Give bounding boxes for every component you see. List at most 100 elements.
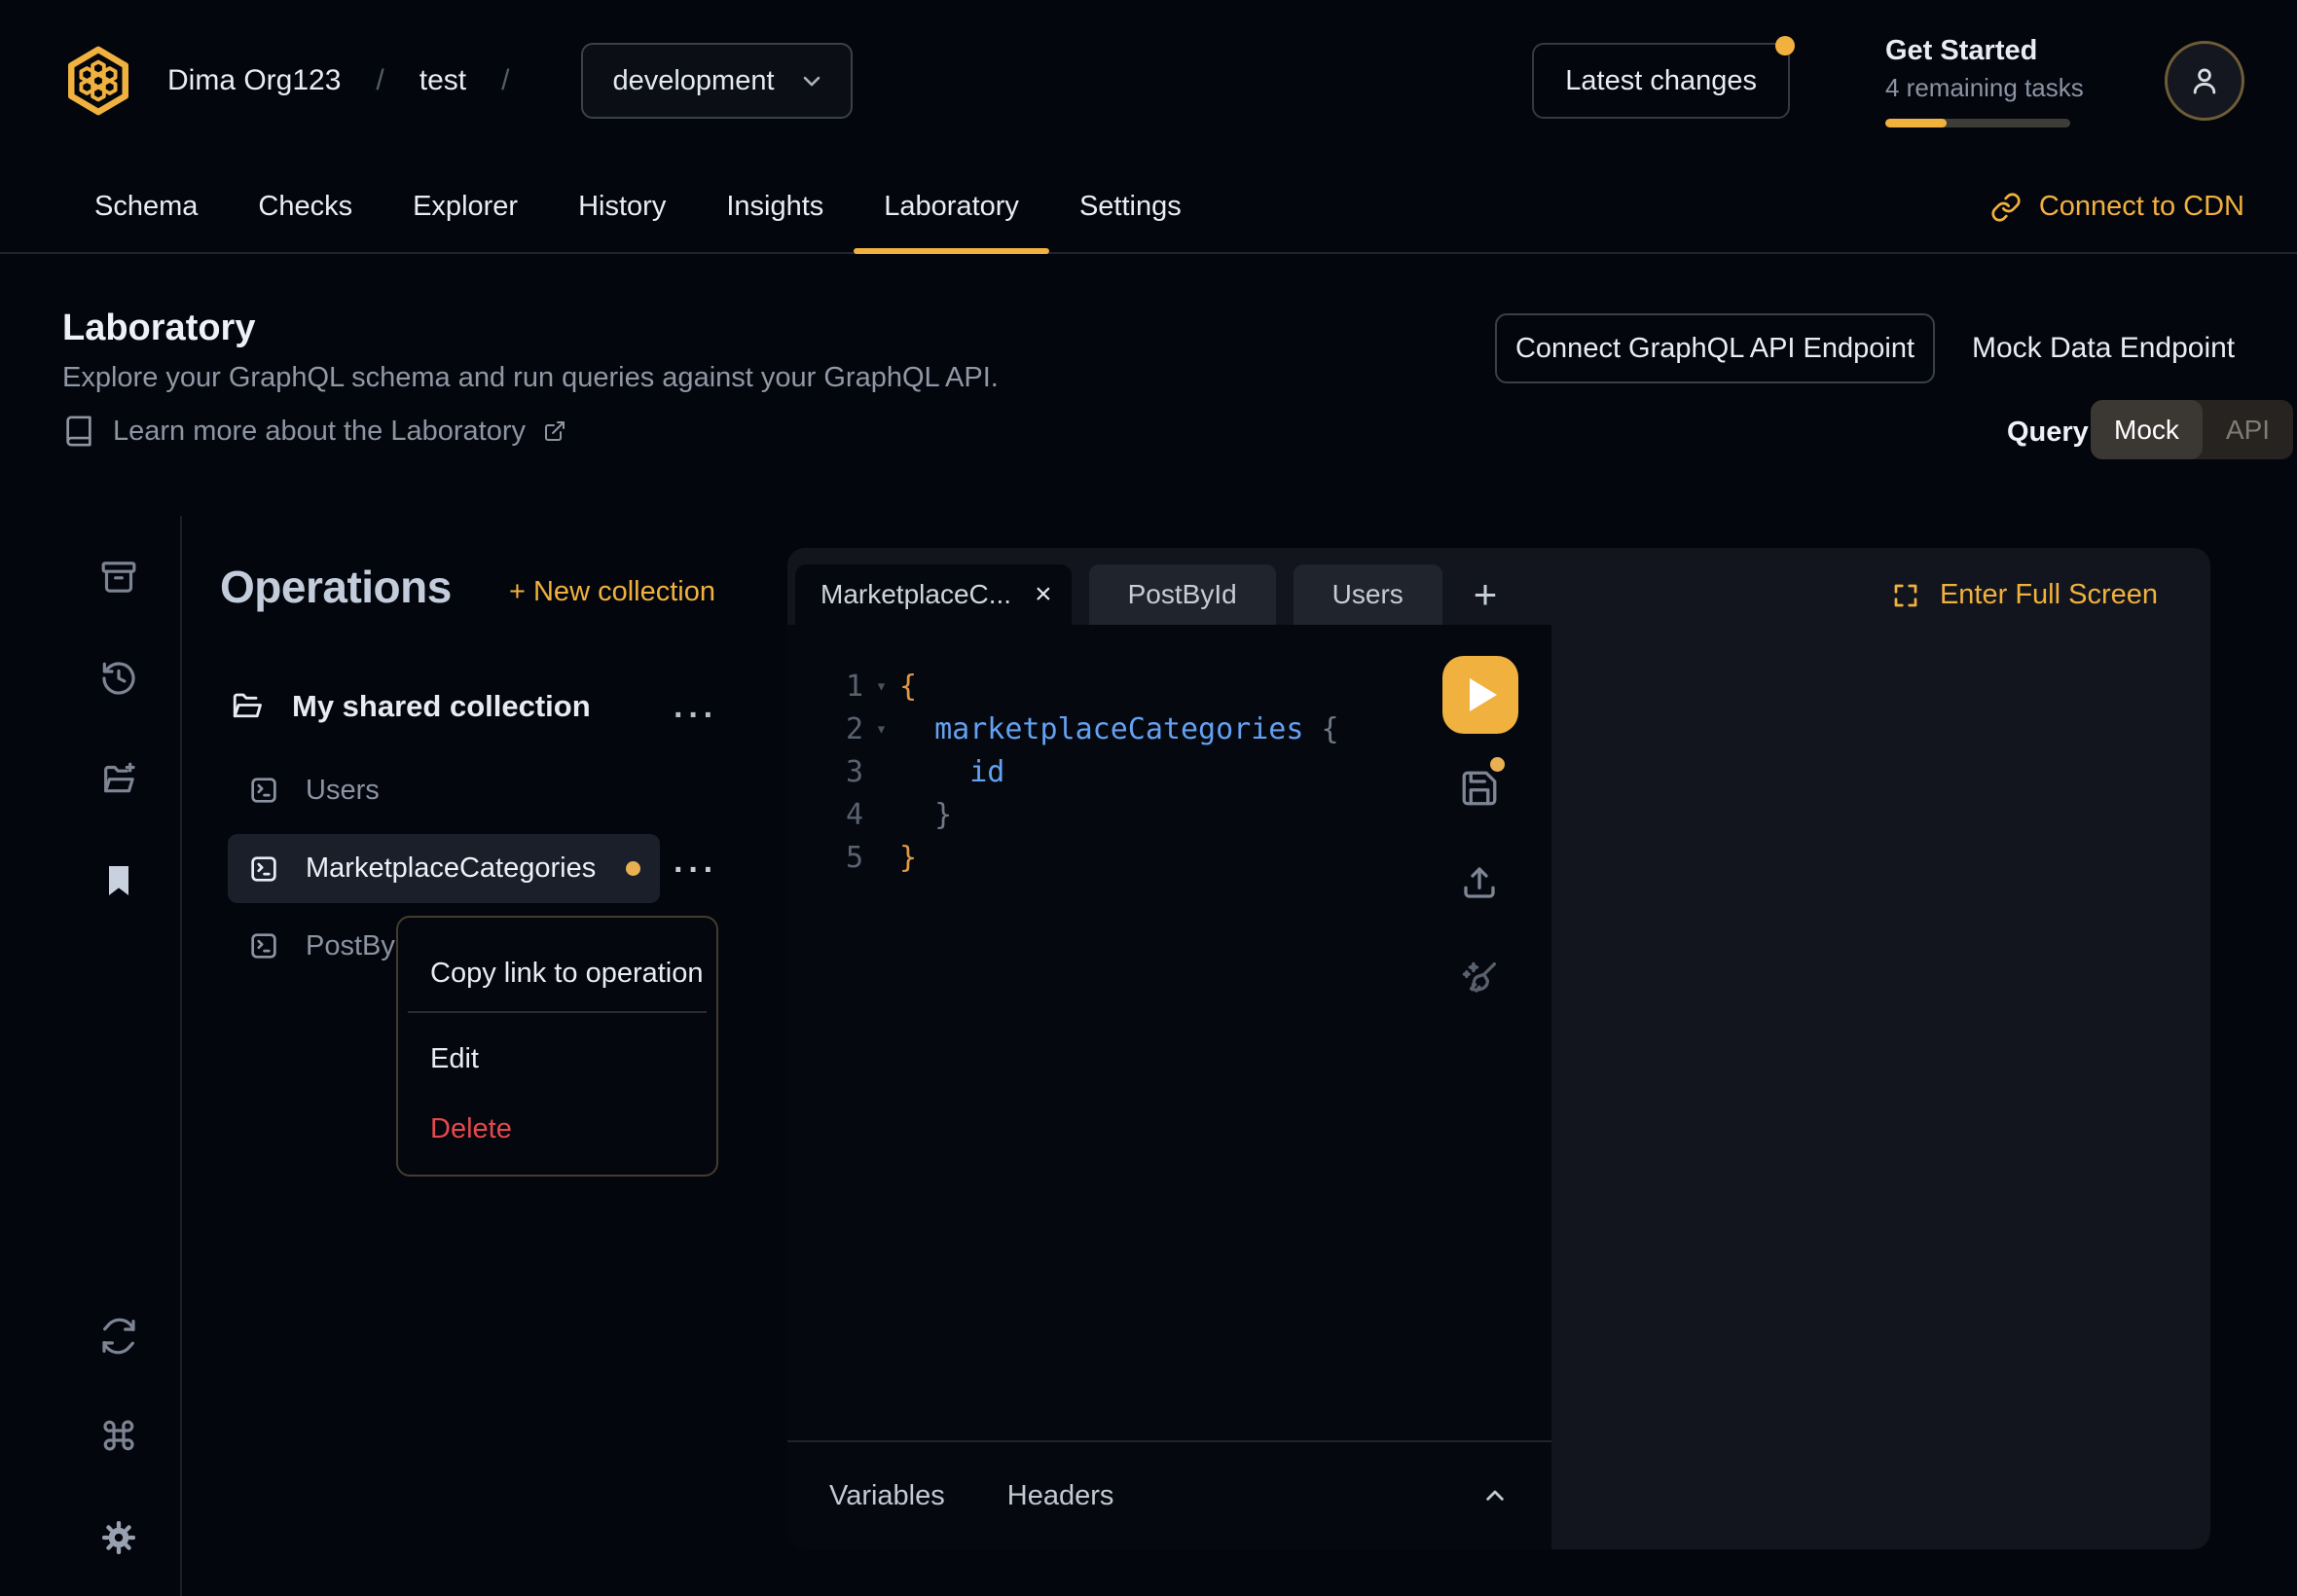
operation-menu-dots[interactable]: ··· [674, 853, 718, 887]
line-number: 4 [787, 798, 863, 832]
unsaved-changes-dot [1490, 757, 1505, 772]
breadcrumb-org[interactable]: Dima Org123 [167, 64, 341, 97]
new-collection-folder-icon[interactable] [99, 760, 138, 799]
get-started-subtitle: 4 remaining tasks [1885, 73, 2072, 103]
tab-explorer[interactable]: Explorer [383, 162, 548, 252]
latest-changes-button[interactable]: Latest changes [1532, 43, 1790, 119]
collection-name: My shared collection [292, 689, 591, 724]
menu-item-copy-link[interactable]: Copy link to operation [430, 958, 704, 990]
mode-mock-option[interactable]: Mock [2091, 400, 2203, 459]
close-tab-icon[interactable]: × [1035, 578, 1052, 611]
enter-fullscreen-link[interactable]: Enter Full Screen [1891, 579, 2158, 611]
mock-data-endpoint-link[interactable]: Mock Data Endpoint [1972, 332, 2235, 365]
tab-insights[interactable]: Insights [696, 162, 854, 252]
rail-divider [180, 516, 182, 1596]
new-collection-link[interactable]: + New collection [509, 576, 715, 608]
code-area[interactable]: 1 ▾ { 2 ▾ marketplaceCategories { 3 id 4… [787, 665, 1551, 879]
learn-more-label: Learn more about the Laboratory [113, 416, 526, 448]
code-line: 5 } [787, 836, 1551, 879]
query-mode-label: Query [2007, 417, 2089, 449]
connect-to-cdn-link[interactable]: Connect to CDN [1990, 162, 2244, 252]
operation-label: MarketplaceCategories [306, 852, 596, 885]
prettify-broom-button[interactable] [1458, 956, 1503, 1000]
variables-tab[interactable]: Variables [829, 1480, 945, 1512]
editor-tab-marketplace[interactable]: MarketplaceC... × [795, 564, 1072, 625]
headers-tab[interactable]: Headers [1007, 1480, 1114, 1512]
code-line: 4 } [787, 793, 1551, 836]
collection-folder-row[interactable]: My shared collection [230, 689, 591, 724]
get-started-progress-fill [1885, 119, 1947, 127]
external-link-icon [543, 419, 566, 443]
breadcrumb-project[interactable]: test [419, 64, 466, 97]
tab-settings[interactable]: Settings [1049, 162, 1212, 252]
breadcrumb-separator: / [376, 64, 383, 97]
code-line: 1 ▾ { [787, 665, 1551, 707]
code-token: } [899, 798, 952, 832]
editor-tab-label: MarketplaceC... [820, 579, 1011, 610]
operation-row-marketplace-categories[interactable]: MarketplaceCategories [228, 834, 660, 903]
unsaved-changes-dot [626, 861, 640, 876]
page-description: Explore your GraphQL schema and run quer… [62, 362, 999, 394]
folder-open-icon [230, 689, 265, 724]
line-number: 3 [787, 755, 863, 789]
tab-history[interactable]: History [548, 162, 696, 252]
line-number: 2 [787, 712, 863, 746]
shortcuts-command-icon[interactable] [99, 1416, 138, 1455]
operation-icon [247, 774, 280, 807]
get-started-widget[interactable]: Get Started 4 remaining tasks [1885, 35, 2072, 127]
latest-changes-label: Latest changes [1565, 65, 1757, 97]
line-number: 5 [787, 841, 863, 875]
enter-fullscreen-label: Enter Full Screen [1940, 579, 2158, 611]
code-token: { [1321, 712, 1338, 746]
query-mode-toggle: Mock API [2091, 400, 2293, 459]
play-icon [1470, 678, 1497, 711]
menu-item-delete[interactable]: Delete [430, 1113, 512, 1145]
history-icon[interactable] [99, 659, 138, 698]
menu-item-edit[interactable]: Edit [430, 1043, 479, 1075]
get-started-progress-bar [1885, 119, 2070, 127]
editor-tab-users[interactable]: Users [1294, 564, 1442, 625]
operations-heading: Operations [220, 561, 452, 613]
laboratory-panel: Enter Full Screen MarketplaceC... × Post… [787, 548, 2210, 1549]
operation-context-menu: Copy link to operation Edit Delete [396, 916, 718, 1177]
collection-menu-dots[interactable]: ··· [674, 699, 718, 732]
share-operation-button[interactable] [1459, 862, 1500, 903]
collapse-chevron-icon[interactable] [1479, 1480, 1511, 1511]
settings-gear-icon[interactable] [99, 1518, 138, 1557]
code-token: } [899, 841, 917, 875]
collections-archive-icon[interactable] [99, 558, 138, 597]
hive-logo-icon[interactable] [62, 45, 134, 117]
bookmarks-icon[interactable] [99, 861, 138, 900]
tab-laboratory[interactable]: Laboratory [854, 162, 1049, 252]
fold-caret-icon[interactable]: ▾ [863, 718, 899, 740]
editor-tab-label: PostById [1128, 579, 1237, 610]
tab-schema[interactable]: Schema [64, 162, 228, 252]
editor-tab-label: Users [1332, 579, 1404, 610]
query-editor[interactable]: 1 ▾ { 2 ▾ marketplaceCategories { 3 id 4… [787, 625, 1551, 1549]
refetch-schema-icon[interactable] [99, 1317, 138, 1356]
connect-graphql-endpoint-label: Connect GraphQL API Endpoint [1515, 333, 1914, 365]
operation-row-postbyid[interactable]: PostById [247, 925, 419, 967]
save-operation-button[interactable] [1459, 768, 1500, 809]
code-line: 3 id [787, 750, 1551, 793]
breadcrumb-separator: / [501, 64, 509, 97]
learn-more-link[interactable]: Learn more about the Laboratory [62, 415, 566, 448]
editor-tab-postbyid[interactable]: PostById [1089, 564, 1276, 625]
top-bar: Dima Org123 / test / development Latest … [0, 0, 2297, 162]
connect-graphql-endpoint-button[interactable]: Connect GraphQL API Endpoint [1495, 313, 1935, 383]
tab-checks[interactable]: Checks [228, 162, 383, 252]
code-token: marketplaceCategories [899, 712, 1321, 746]
operation-label: Users [306, 775, 380, 807]
target-selector-dropdown[interactable]: development [581, 43, 852, 119]
new-tab-button[interactable]: + [1474, 574, 1498, 615]
mode-api-option[interactable]: API [2203, 400, 2293, 459]
editor-tab-row: MarketplaceC... × PostById Users + [795, 564, 1497, 625]
line-number: 1 [787, 670, 863, 704]
user-avatar[interactable] [2165, 41, 2244, 121]
fold-caret-icon[interactable]: ▾ [863, 675, 899, 697]
chevron-down-icon [798, 67, 825, 94]
operation-row-users[interactable]: Users [247, 769, 380, 812]
get-started-title: Get Started [1885, 35, 2072, 67]
execute-query-button[interactable] [1442, 656, 1518, 734]
target-selector-value: development [612, 65, 774, 97]
